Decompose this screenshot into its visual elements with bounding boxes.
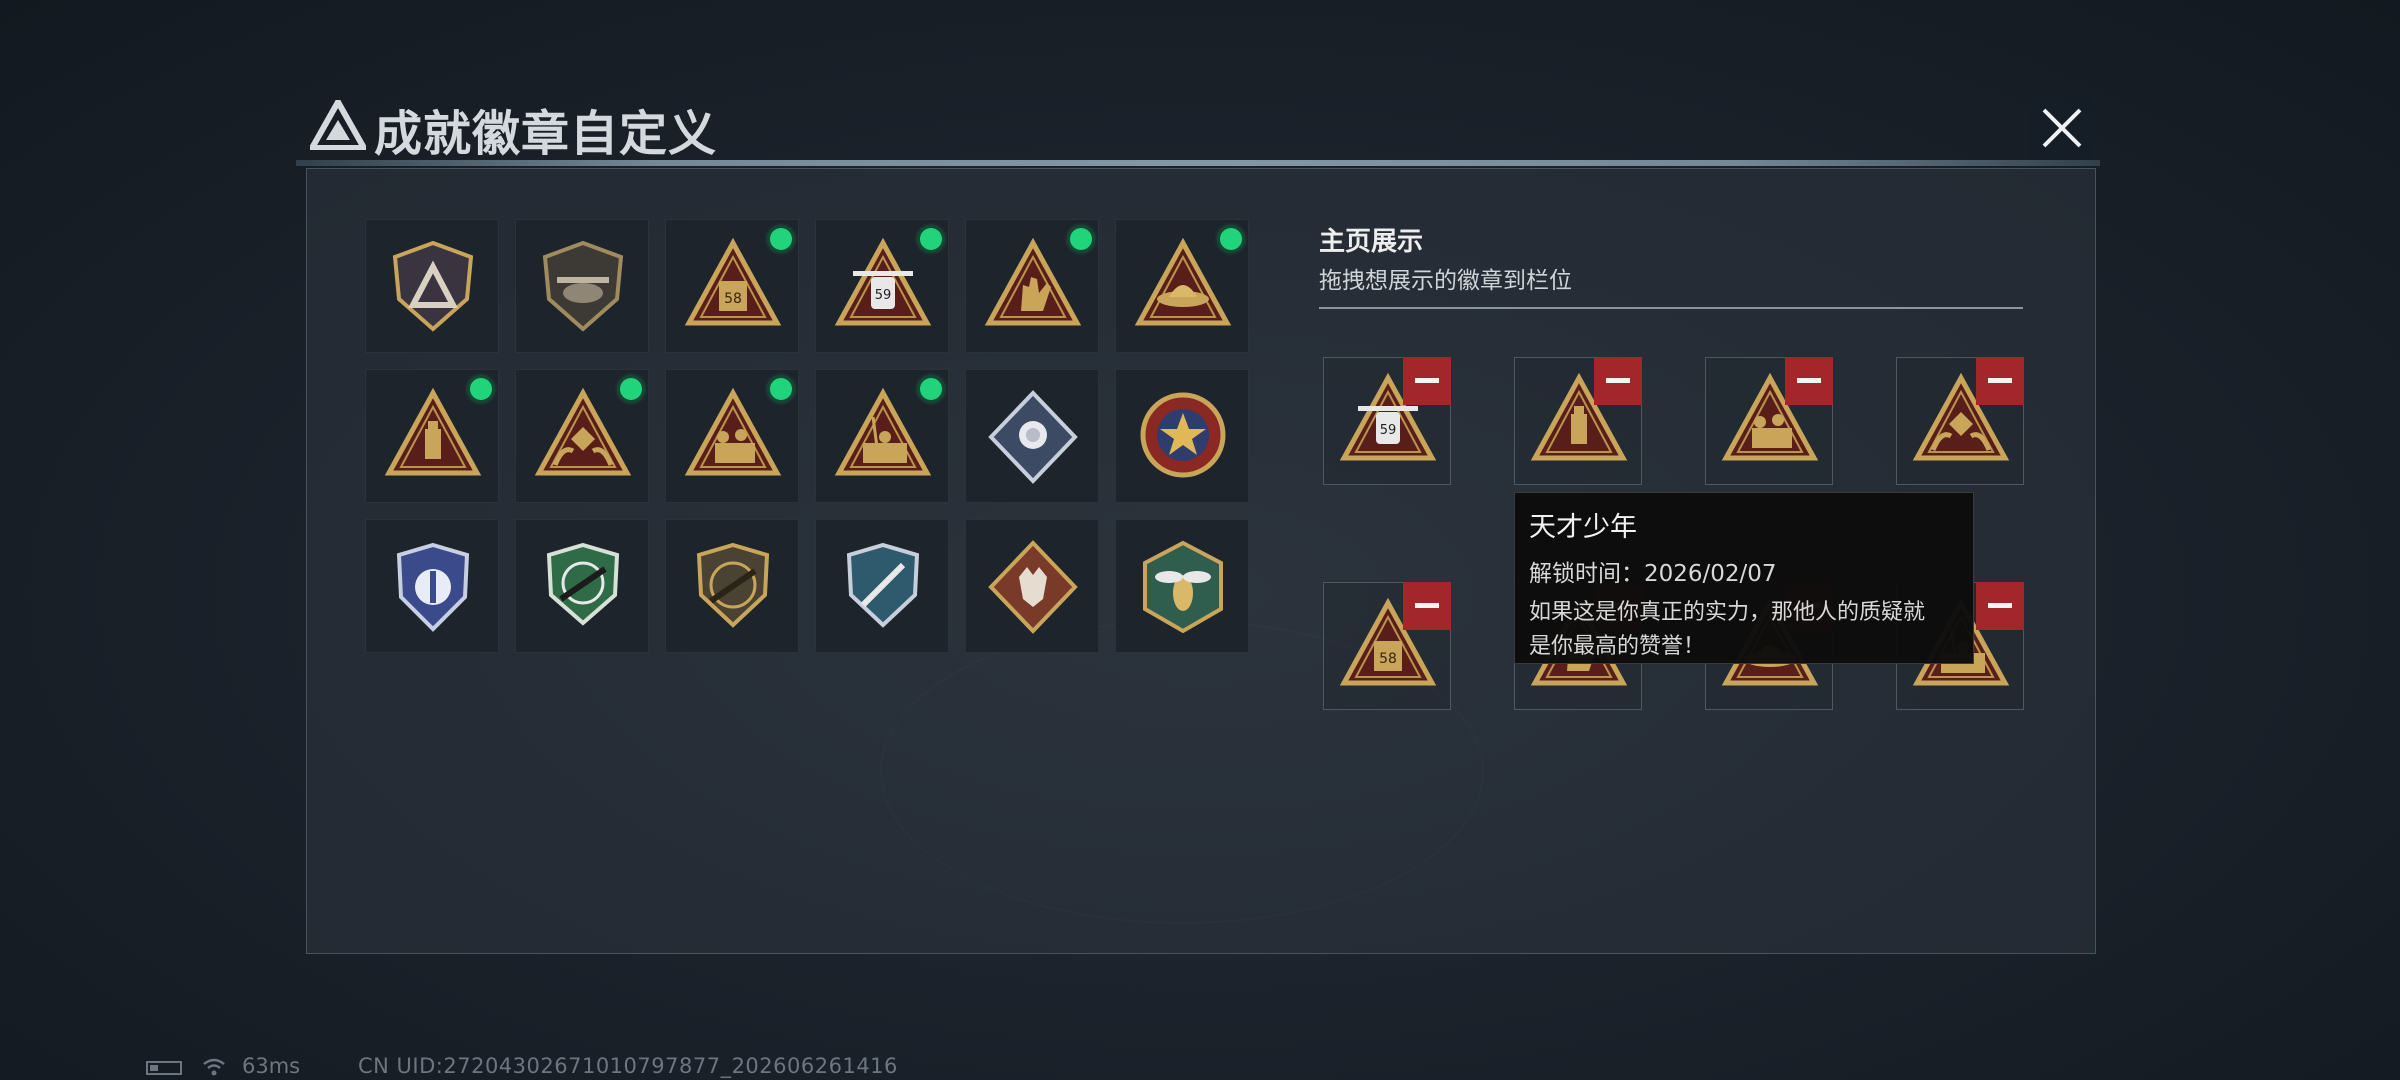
hand-gesture-badge-icon <box>984 237 1082 326</box>
rose-diamond-badge-icon <box>988 390 1078 484</box>
showcase-slot[interactable] <box>1705 357 1833 485</box>
selected-dot-icon <box>470 378 492 400</box>
badge-cell[interactable] <box>365 219 499 353</box>
badge-tooltip: 天才少年 解锁时间：2026/02/07 如果这是你真正的实力，那他人的质疑就 … <box>1514 492 1974 664</box>
selected-dot-icon <box>920 378 942 400</box>
badge-cell[interactable] <box>815 369 949 503</box>
tooltip-description-line2: 是你最高的赞誉！ <box>1529 634 1706 659</box>
badge-cell[interactable] <box>665 519 799 653</box>
box-58-badge-icon: 58 <box>684 237 782 326</box>
hat-badge-icon <box>1134 237 1232 326</box>
badge-cell[interactable] <box>1115 519 1249 653</box>
selected-dot-icon <box>1220 228 1242 250</box>
remove-button[interactable] <box>1403 582 1451 630</box>
badge-cell[interactable] <box>515 519 649 653</box>
showcase-divider <box>1319 307 2023 309</box>
badge-cell[interactable] <box>365 519 499 653</box>
helicopter-badge-icon <box>542 240 624 332</box>
badge-cell[interactable] <box>965 219 1099 353</box>
soldiers-badge-icon <box>684 387 782 476</box>
usb-triangle-badge-icon <box>384 387 482 476</box>
badge-cell[interactable]: 58 <box>665 219 799 353</box>
selected-dot-icon <box>770 378 792 400</box>
tooltip-description-line1: 如果这是你真正的实力，那他人的质疑就 <box>1529 600 1926 625</box>
blue-knife-badge-icon <box>846 542 920 628</box>
badge-cell[interactable] <box>815 519 949 653</box>
badge-cell[interactable] <box>1115 219 1249 353</box>
showcase-subtitle: 拖拽想展示的徽章到栏位 <box>1319 268 1572 294</box>
shield-logo-badge-icon <box>392 240 474 332</box>
svg-text:58: 58 <box>1379 651 1397 667</box>
remove-button[interactable] <box>1594 357 1642 405</box>
badge-cell[interactable]: 59 <box>815 219 949 353</box>
showcase-slot[interactable]: 59 <box>1323 357 1451 485</box>
wolf-badge-icon <box>988 540 1078 634</box>
tooltip-unlock-time: 解锁时间：2026/02/07 <box>1529 561 1777 587</box>
badge-cell[interactable] <box>515 219 649 353</box>
blue-wings-badge-icon <box>396 542 470 632</box>
tooltip-title: 天才少年 <box>1529 512 1637 543</box>
badge-cell[interactable] <box>515 369 649 503</box>
green-rifle-badge-icon <box>546 542 620 626</box>
svg-text:58: 58 <box>724 291 742 307</box>
header-divider <box>296 160 2100 166</box>
remove-button[interactable] <box>1785 357 1833 405</box>
badge-cell[interactable] <box>965 519 1099 653</box>
badge-cell[interactable] <box>965 369 1099 503</box>
triangle-logo-icon <box>310 100 366 150</box>
close-button[interactable] <box>2030 96 2094 160</box>
dice-hands-badge-icon <box>534 387 632 476</box>
remove-button[interactable] <box>1403 357 1451 405</box>
showcase-slot[interactable] <box>1896 357 2024 485</box>
battery-icon <box>146 1061 182 1075</box>
ping-text: 63ms <box>242 1054 301 1078</box>
selected-dot-icon <box>620 378 642 400</box>
tooltip-description: 如果这是你真正的实力，那他人的质疑就 是你最高的赞誉！ <box>1529 596 1959 664</box>
svg-text:59: 59 <box>1380 423 1397 438</box>
page-title: 成就徽章自定义 <box>374 106 718 162</box>
wifi-icon <box>203 1058 225 1076</box>
hornet-badge-icon <box>1143 540 1223 634</box>
svg-text:59: 59 <box>875 288 892 303</box>
bronze-rifle-badge-icon <box>696 542 770 628</box>
badge-cell[interactable] <box>1115 369 1249 503</box>
badge-cell[interactable] <box>365 369 499 503</box>
showcase-title: 主页展示 <box>1319 227 1424 257</box>
selected-dot-icon <box>1070 228 1092 250</box>
uid-text: CN UID:27204302671010797877_202606261416 <box>358 1054 898 1078</box>
showcase-slot[interactable] <box>1514 357 1642 485</box>
star-medal-badge-icon <box>1140 392 1226 478</box>
soldiers-flag-badge-icon <box>834 387 932 476</box>
showcase-slot[interactable]: 58 <box>1323 582 1451 710</box>
badge-cell[interactable] <box>665 369 799 503</box>
close-icon <box>2042 108 2082 148</box>
remove-button[interactable] <box>1976 357 2024 405</box>
dialog-header: 成就徽章自定义 <box>296 88 2100 166</box>
selected-dot-icon <box>920 228 942 250</box>
selected-dot-icon <box>770 228 792 250</box>
drone-59-badge-icon: 59 <box>834 237 932 326</box>
remove-button[interactable] <box>1976 582 2024 630</box>
